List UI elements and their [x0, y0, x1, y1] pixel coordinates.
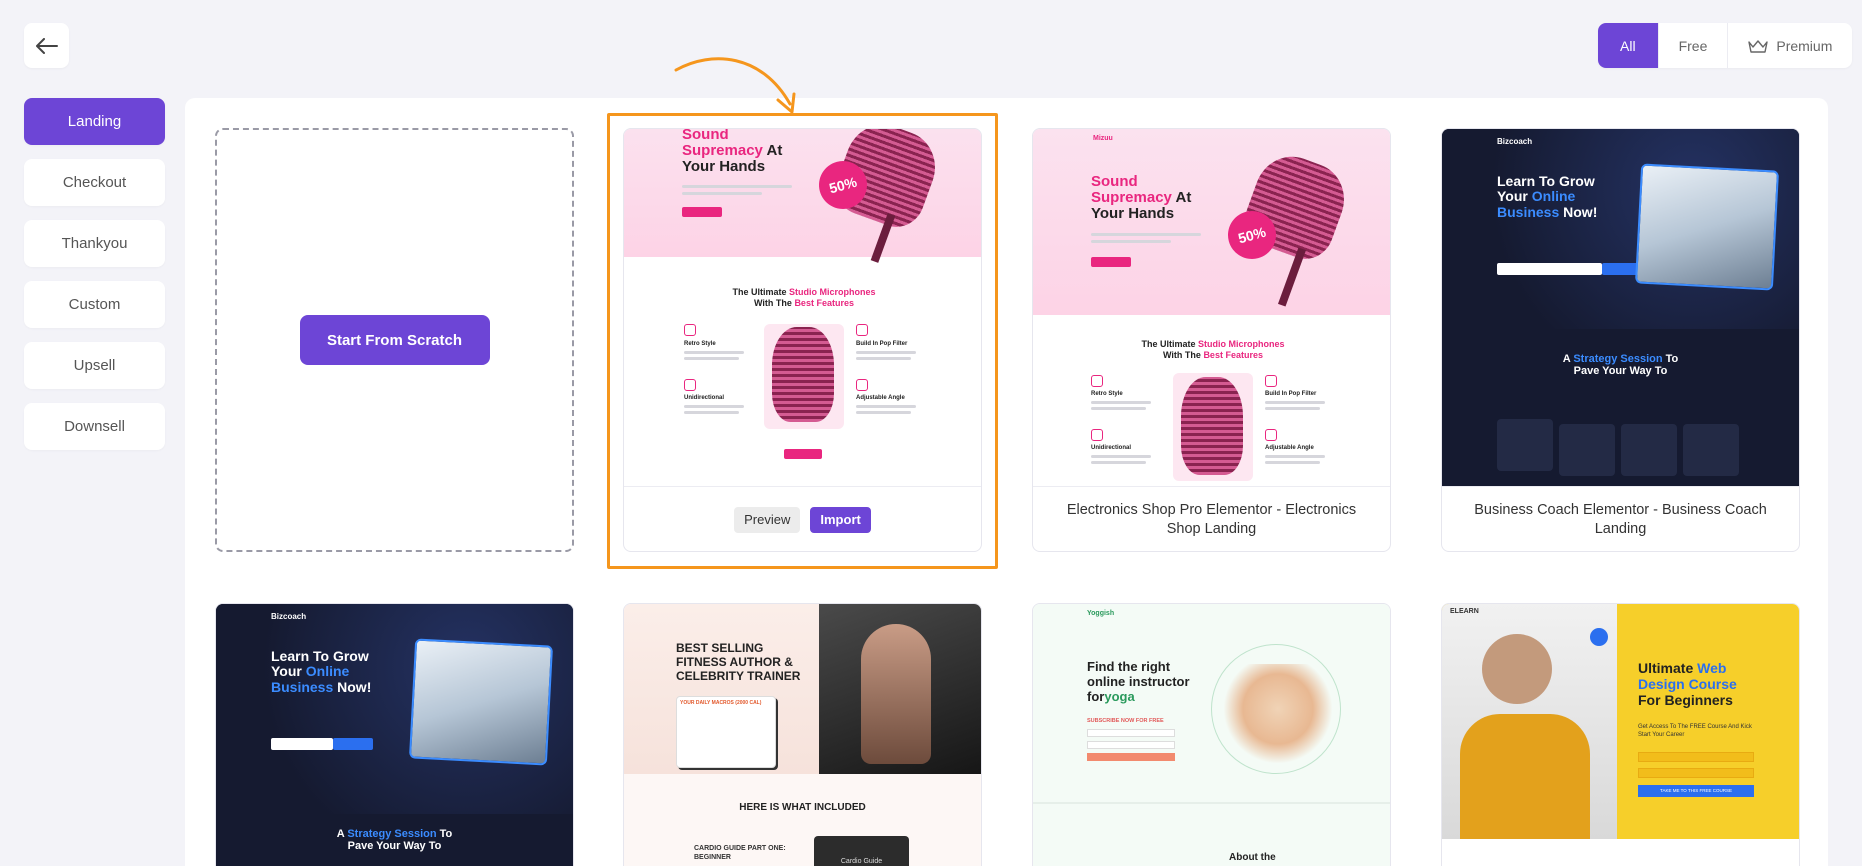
filter-premium-button[interactable]: Premium [1727, 23, 1852, 68]
template-card-actions: Preview Import [624, 486, 981, 551]
template-card[interactable]: Yoggish Find the right online instructor… [1032, 603, 1391, 866]
thumb-features-title: The Ultimate Studio Microphones With The… [1141, 339, 1285, 360]
template-card[interactable]: BEST SELLING FITNESS AUTHOR & CELEBRITY … [623, 603, 982, 866]
template-card[interactable]: Sound Supremacy At Your Hands 50% The Ul… [623, 128, 982, 552]
thumb-subtitle: A Strategy Session To Pave Your Way To [1562, 353, 1679, 378]
sidebar-item-landing[interactable]: Landing [24, 98, 165, 145]
template-thumbnail: Sound Supremacy At Your Hands 50% The Ul… [624, 129, 981, 486]
thumb-hero-title: Sound Supremacy At Your Hands [682, 129, 783, 175]
sidebar-item-upsell[interactable]: Upsell [24, 342, 165, 389]
template-card[interactable]: Mizuu Sound Supremacy At Your Hands 50% … [1032, 128, 1391, 552]
play-icon [1590, 628, 1608, 646]
start-from-scratch-button[interactable]: Start From Scratch [299, 315, 490, 365]
template-card-title: Electronics Shop Pro Elementor - Electro… [1033, 486, 1390, 551]
trainer-photo [819, 604, 981, 774]
filter-all-label: All [1620, 37, 1636, 54]
thumb-hero-title: Learn To Grow Your Online Business Now! [1497, 173, 1598, 220]
thumb-features-title: The Ultimate Studio Microphones With The… [732, 287, 876, 308]
sidebar-item-thankyou[interactable]: Thankyou [24, 220, 165, 267]
template-thumbnail: ELEARN Ultimate Web Design Course For Be… [1442, 604, 1799, 866]
thumb-brand: Yoggish [1087, 610, 1115, 617]
thumb-hero-title: Learn To Grow Your Online Business Now! [271, 648, 372, 695]
template-card-title: Business Coach Elementor - Business Coac… [1442, 486, 1799, 551]
import-button[interactable]: Import [810, 506, 871, 534]
sidebar-item-label: Downsell [64, 418, 125, 435]
template-thumbnail: Mizuu Sound Supremacy At Your Hands 50% … [1033, 129, 1390, 486]
crown-icon [1748, 39, 1769, 53]
start-from-scratch-card[interactable]: Start From Scratch [215, 128, 574, 552]
sidebar-item-label: Upsell [73, 357, 116, 374]
filter-all-button[interactable]: All [1598, 23, 1658, 68]
template-type-sidebar: Landing Checkout Thankyou Custom Upsell … [24, 98, 165, 464]
back-button[interactable] [24, 23, 69, 68]
annotation-arrow-icon [674, 57, 796, 114]
sidebar-item-downsell[interactable]: Downsell [24, 403, 165, 450]
sidebar-item-label: Thankyou [61, 235, 128, 252]
sidebar-item-custom[interactable]: Custom [24, 281, 165, 328]
sidebar-item-label: Landing [67, 113, 122, 130]
coach-photo [1634, 163, 1780, 291]
template-card[interactable]: Bizcoach Learn To Grow Your Online Busin… [1441, 128, 1800, 552]
pricing-filter: All Free Premium [1598, 23, 1853, 68]
thumb-section-title: HERE IS WHAT INCLUDED [739, 802, 866, 813]
thumb-brand: Bizcoach [1497, 137, 1533, 146]
thumb-hero-title: Ultimate Web Design Course For Beginners [1638, 660, 1737, 709]
template-thumbnail: Bizcoach Learn To Grow Your Online Busin… [216, 604, 573, 866]
template-grid: Start From Scratch Sound Supremacy At Yo… [185, 98, 1828, 866]
preview-button[interactable]: Preview [734, 506, 801, 534]
thumb-hero-title: Find the right online instructor foryoga [1087, 659, 1190, 704]
thumb-brand: Mizuu [1093, 135, 1113, 142]
thumb-subtitle: A Strategy Session To Pave Your Way To [336, 828, 453, 853]
template-card[interactable]: Bizcoach Learn To Grow Your Online Busin… [215, 603, 574, 866]
template-thumbnail: Yoggish Find the right online instructor… [1033, 604, 1390, 866]
filter-free-button[interactable]: Free [1657, 23, 1728, 68]
sidebar-item-label: Checkout [62, 174, 127, 191]
template-thumbnail: BEST SELLING FITNESS AUTHOR & CELEBRITY … [624, 604, 981, 866]
thumb-hero-title: Sound Supremacy At Your Hands [1091, 173, 1192, 222]
filter-free-label: Free [1678, 37, 1708, 54]
thumb-hero-title: BEST SELLING FITNESS AUTHOR & CELEBRITY … [676, 641, 801, 683]
coach-photo [408, 638, 554, 766]
thumb-brand: ELEARN [1450, 608, 1479, 615]
arrow-left-icon [35, 37, 58, 54]
template-card[interactable]: ELEARN Ultimate Web Design Course For Be… [1441, 603, 1800, 866]
yoga-photo [1223, 664, 1333, 764]
template-thumbnail: Bizcoach Learn To Grow Your Online Busin… [1442, 129, 1799, 486]
filter-premium-label: Premium [1776, 37, 1833, 54]
sidebar-item-checkout[interactable]: Checkout [24, 159, 165, 206]
sidebar-item-label: Custom [68, 296, 121, 313]
thumb-brand: Bizcoach [271, 612, 307, 621]
